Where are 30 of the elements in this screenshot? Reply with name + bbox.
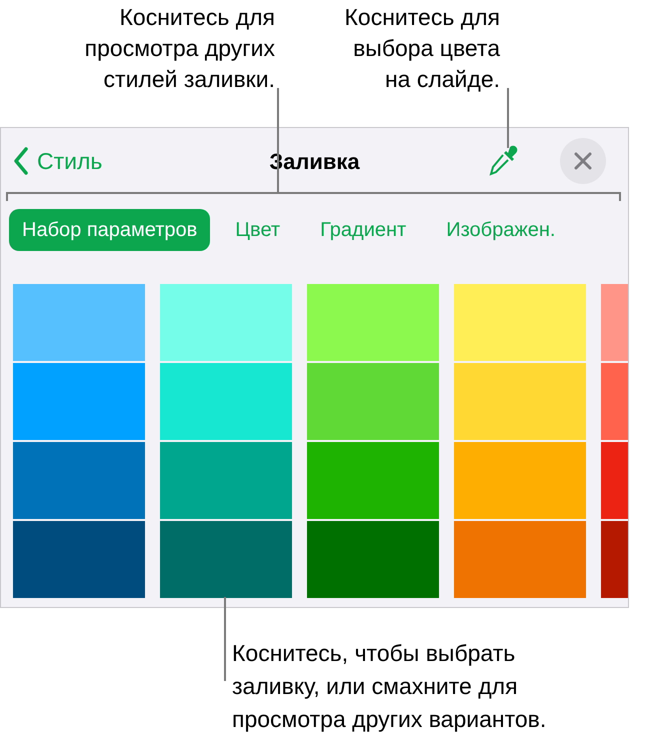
color-swatch[interactable] [13,284,145,361]
leader-line [507,88,509,148]
close-icon [574,152,592,170]
color-swatch[interactable] [160,442,292,519]
color-swatch[interactable] [13,521,145,598]
color-swatch[interactable] [307,363,439,440]
callout-text: Коснитесь, чтобы выбрать заливку, или смахните для просмотра других вариантов. [232,639,546,734]
color-swatch[interactable] [13,442,145,519]
tab[interactable]: Набор параметров [9,209,210,251]
back-button[interactable]: Стиль [13,144,102,178]
panel-title: Заливка [269,148,360,176]
color-swatch[interactable] [307,284,439,361]
callout-text: Коснитесь для выбора цвета на слайде. [344,3,500,94]
color-swatch[interactable] [454,442,586,519]
color-swatch[interactable] [307,521,439,598]
color-swatch[interactable] [454,363,586,440]
close-button[interactable] [560,138,606,184]
tab[interactable]: Изображен. [433,209,568,251]
color-swatch[interactable] [160,521,292,598]
chevron-left-icon [13,147,29,175]
color-swatch[interactable] [307,442,439,519]
color-swatch[interactable] [454,284,586,361]
tab[interactable]: Градиент [307,209,420,251]
color-swatch[interactable] [160,363,292,440]
color-swatch[interactable] [13,363,145,440]
tab[interactable]: Цвет [222,209,294,251]
color-swatch[interactable] [160,284,292,361]
callout-text: Коснитесь для просмотра других стилей заливки. [84,3,275,94]
eyedropper-icon[interactable] [488,145,518,177]
color-swatch[interactable] [454,521,586,598]
